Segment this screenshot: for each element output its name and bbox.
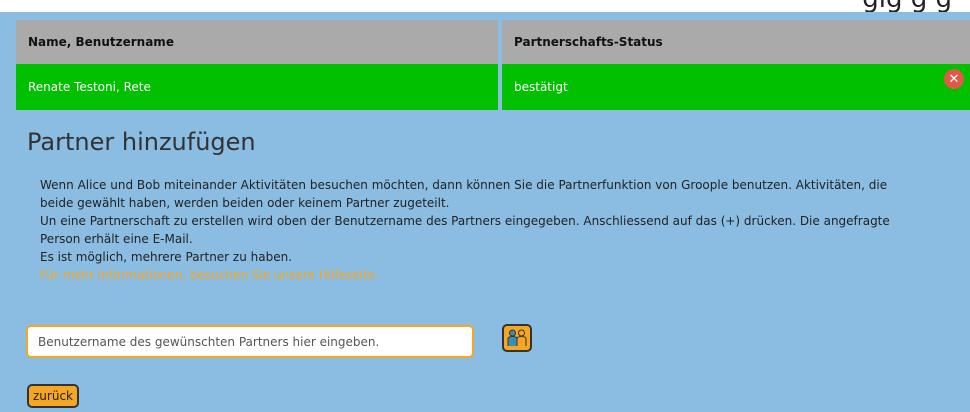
description-paragraph: Un eine Partnerschaft zu erstellen wird … (40, 214, 890, 246)
two-people-icon (507, 329, 527, 346)
column-header-name: Name, Benutzername (16, 20, 502, 64)
section-title: Partner hinzufügen (27, 128, 256, 156)
add-partner-button[interactable] (502, 324, 532, 352)
partner-name-cell: Renate Testoni, Rete (16, 64, 502, 110)
partner-name: Renate Testoni, Rete (28, 80, 151, 94)
help-link[interactable]: Für mehr Informationen, besuchen Sie uns… (40, 266, 920, 284)
description: Wenn Alice und Bob miteinander Aktivität… (40, 176, 920, 284)
partners-table: Name, Benutzername Partnerschafts-Status… (16, 20, 970, 110)
partner-status-cell: bestätigt ✕ (502, 64, 970, 110)
back-button[interactable]: zurück (27, 384, 79, 408)
column-header-status: Partnerschafts-Status (502, 20, 970, 64)
top-strip: gig g g (0, 0, 970, 12)
partner-username-input[interactable] (26, 325, 474, 358)
description-paragraph: Es ist möglich, mehrere Partner zu haben… (40, 250, 293, 264)
table-row: Renate Testoni, Rete bestätigt ✕ (16, 64, 970, 110)
top-cut-text: gig g g (862, 0, 952, 12)
close-icon: ✕ (948, 71, 960, 87)
remove-partner-button[interactable]: ✕ (944, 69, 964, 89)
description-paragraph: Wenn Alice und Bob miteinander Aktivität… (40, 178, 888, 210)
partner-status: bestätigt (514, 80, 568, 94)
table-header-row: Name, Benutzername Partnerschafts-Status (16, 20, 970, 64)
